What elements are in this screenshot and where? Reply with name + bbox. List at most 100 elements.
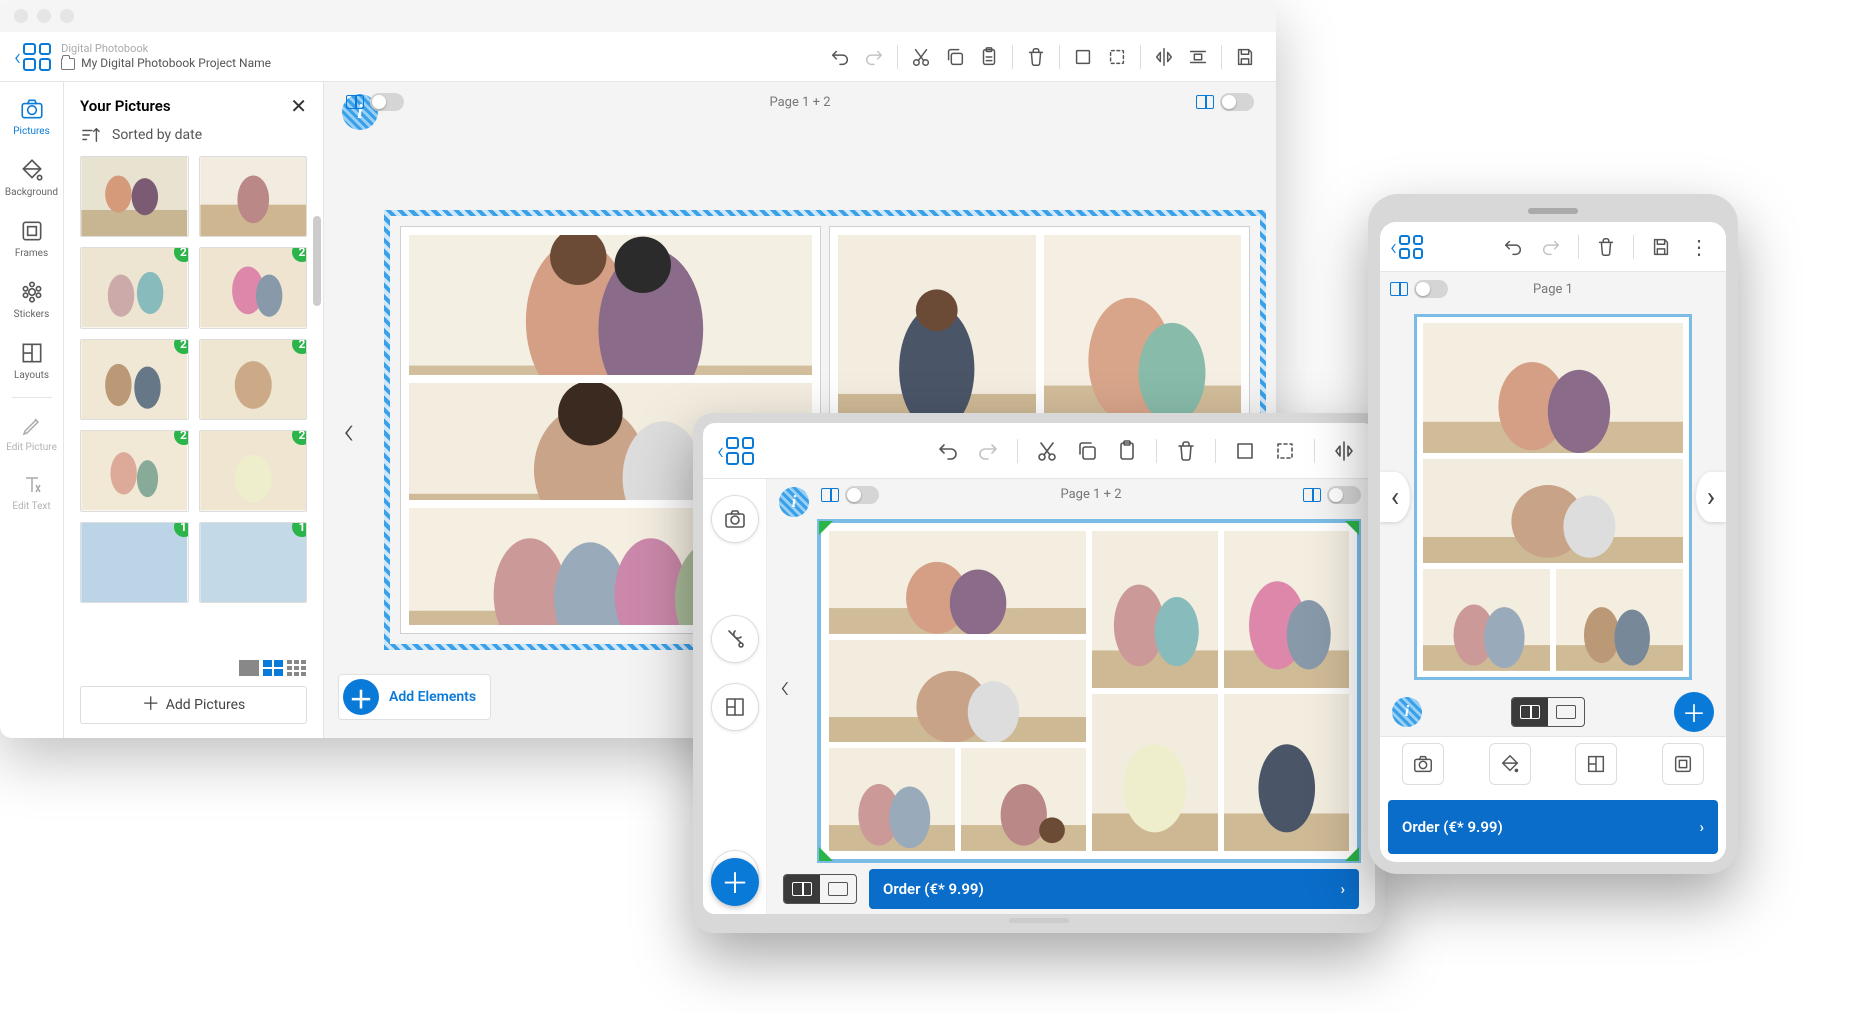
left-layout-toggle[interactable] <box>821 486 879 504</box>
pictures-tool[interactable] <box>711 495 759 543</box>
photo-slot[interactable] <box>829 748 955 851</box>
window-dot[interactable] <box>60 9 74 23</box>
photo-slot[interactable] <box>1423 323 1683 453</box>
delete-button[interactable] <box>1019 40 1053 74</box>
next-page-button[interactable]: › <box>1696 472 1726 522</box>
add-elements-button[interactable]: ＋ <box>711 858 759 906</box>
right-layout-toggle[interactable] <box>1303 486 1361 504</box>
thumbnail[interactable] <box>80 156 189 237</box>
right-layout-toggle[interactable] <box>1196 93 1254 111</box>
layouts-tool[interactable] <box>1575 743 1617 785</box>
sidebar-item-frames[interactable]: Frames <box>0 208 63 269</box>
scrollbar-thumb[interactable] <box>313 216 321 306</box>
add-pictures-button[interactable]: ＋Add Pictures <box>80 686 307 724</box>
background-tool[interactable] <box>711 615 759 663</box>
photo-slot[interactable] <box>1092 531 1218 688</box>
photo-slot[interactable] <box>829 531 1086 634</box>
thumbnail[interactable]: 2 <box>80 339 189 420</box>
spread-view-option[interactable] <box>784 875 820 903</box>
spread-view-option[interactable] <box>1512 698 1548 726</box>
close-panel-button[interactable]: ✕ <box>290 96 307 116</box>
background-tool[interactable] <box>1489 743 1531 785</box>
page-left <box>829 531 1086 851</box>
order-button[interactable]: Order (€* 9.99)› <box>869 869 1359 909</box>
photo-slot[interactable] <box>1224 531 1350 688</box>
prev-page-button[interactable]: ‹ <box>324 400 374 460</box>
view-mode-toggle[interactable] <box>783 874 857 904</box>
thumbnail[interactable]: 2 <box>80 247 189 328</box>
thumbnail[interactable]: 1 <box>80 522 189 603</box>
sidebar-item-background[interactable]: Background <box>0 147 63 208</box>
sidebar-item-layouts[interactable]: Layouts <box>0 330 63 391</box>
sidebar-item-pictures[interactable]: Pictures <box>0 86 63 147</box>
left-layout-toggle[interactable] <box>346 93 404 111</box>
info-button[interactable]: i <box>1392 697 1422 727</box>
pictures-tool[interactable] <box>1402 743 1444 785</box>
paste-button[interactable] <box>1110 434 1144 468</box>
select-marquee-button[interactable] <box>1100 40 1134 74</box>
photo-slot[interactable] <box>1423 569 1550 671</box>
select-button[interactable] <box>1228 434 1262 468</box>
photo-slot[interactable] <box>409 235 812 375</box>
flip-button[interactable] <box>1327 434 1361 468</box>
thumbnail[interactable]: 1 <box>199 522 308 603</box>
thumbnail[interactable]: 2 <box>80 430 189 511</box>
window-dot[interactable] <box>37 9 51 23</box>
view-medium-icon[interactable] <box>263 660 283 676</box>
view-small-icon[interactable] <box>287 660 307 676</box>
distribute-button[interactable] <box>1181 40 1215 74</box>
undo-button[interactable] <box>1496 230 1530 264</box>
layout-toggle[interactable] <box>1390 280 1448 298</box>
single-view-option[interactable] <box>1548 698 1584 726</box>
sidebar-item-edit-picture[interactable]: Edit Picture <box>0 404 63 463</box>
prev-page-button[interactable]: ‹ <box>1380 472 1410 522</box>
info-button[interactable]: i <box>779 487 809 517</box>
back-to-projects-button[interactable]: ‹ <box>717 437 754 465</box>
sort-control[interactable]: Sorted by date <box>64 126 323 156</box>
sidebar-item-edit-text[interactable]: Edit Text <box>0 463 63 522</box>
photo-slot[interactable] <box>829 640 1086 743</box>
redo-button[interactable] <box>857 40 891 74</box>
save-button[interactable] <box>1644 230 1678 264</box>
delete-button[interactable] <box>1589 230 1623 264</box>
thumbnail[interactable]: 2 <box>199 247 308 328</box>
copy-button[interactable] <box>1070 434 1104 468</box>
thumbnail[interactable]: 2 <box>199 430 308 511</box>
back-to-projects-button[interactable]: ‹ <box>14 43 51 71</box>
sidebar-item-stickers[interactable]: Stickers <box>0 269 63 330</box>
redo-button[interactable] <box>971 434 1005 468</box>
add-elements-button[interactable]: ＋ Add Elements <box>338 674 491 720</box>
undo-button[interactable] <box>931 434 965 468</box>
page[interactable] <box>1414 314 1692 680</box>
photo-slot[interactable] <box>1224 694 1350 851</box>
photo-slot[interactable] <box>1092 694 1218 851</box>
thumbnail[interactable] <box>199 156 308 237</box>
copy-button[interactable] <box>938 40 972 74</box>
back-to-projects-button[interactable]: ‹ <box>1390 233 1423 261</box>
select-marquee-button[interactable] <box>1268 434 1302 468</box>
photo-slot[interactable] <box>1556 569 1683 671</box>
layouts-tool[interactable] <box>711 683 759 731</box>
flip-horizontal-button[interactable] <box>1147 40 1181 74</box>
more-menu-button[interactable]: ⋮ <box>1682 230 1716 264</box>
cut-button[interactable] <box>904 40 938 74</box>
cut-button[interactable] <box>1030 434 1064 468</box>
photo-slot[interactable] <box>1423 459 1683 563</box>
select-button[interactable] <box>1066 40 1100 74</box>
view-large-icon[interactable] <box>239 660 259 676</box>
paste-button[interactable] <box>972 40 1006 74</box>
page-spread[interactable] <box>817 519 1361 863</box>
frames-tool[interactable] <box>1662 743 1704 785</box>
single-view-option[interactable] <box>820 875 856 903</box>
view-mode-toggle[interactable] <box>1511 697 1585 727</box>
thumbnail[interactable]: 2 <box>199 339 308 420</box>
redo-button[interactable] <box>1534 230 1568 264</box>
window-dot[interactable] <box>14 9 28 23</box>
add-elements-button[interactable]: ＋ <box>1674 692 1714 732</box>
delete-button[interactable] <box>1169 434 1203 468</box>
photo-slot[interactable] <box>961 748 1087 851</box>
prev-page-button[interactable]: ‹ <box>767 657 803 717</box>
save-button[interactable] <box>1228 40 1262 74</box>
undo-button[interactable] <box>823 40 857 74</box>
order-button[interactable]: Order (€* 9.99)› <box>1388 800 1718 854</box>
